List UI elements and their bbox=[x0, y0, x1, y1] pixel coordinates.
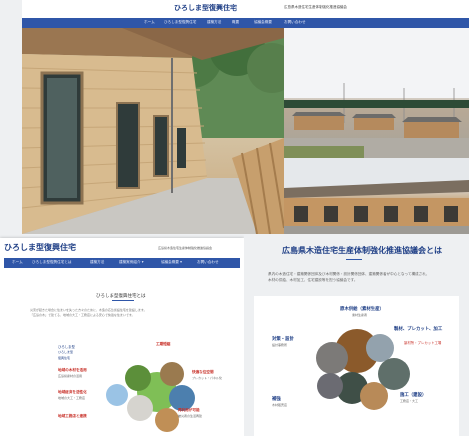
diagram-item-label: 地域経済を活性化 bbox=[58, 390, 87, 394]
association-item-label: 施工（建設） bbox=[400, 393, 427, 398]
top-nav-item[interactable]: お問い合わせ bbox=[284, 20, 306, 25]
card-site-subtitle: 広島県木造住宅生産体制強化推進協議会 bbox=[158, 246, 213, 250]
top-nav-item[interactable]: ひろしま型復興住宅 bbox=[164, 20, 196, 25]
top-site-header: ひろしま型復興住宅 広島県木造住宅生産体制強化推進協議会 bbox=[22, 0, 469, 18]
top-site-title[interactable]: ひろしま型復興住宅 bbox=[174, 3, 237, 13]
diagram-item-label: 工期短縮 bbox=[156, 342, 171, 346]
diagram-item-label: 快適な住空間 bbox=[192, 370, 214, 374]
association-description: 県内の木造住宅・建築関係団体及び木材関係・設計関係団体、建築関係者が中心となって… bbox=[268, 271, 429, 283]
association-detail-label: 工務店・大工 bbox=[400, 399, 419, 403]
top-nav-item[interactable]: 概要 bbox=[232, 20, 239, 25]
association-item-label: 補強 bbox=[272, 397, 281, 402]
card-description: 災害が起きた場合に住まいを失った方々のために、木造の応急仮設住宅を建設します。 … bbox=[30, 308, 147, 318]
association-title-underline bbox=[346, 259, 362, 260]
association-item-label: 対策・設計 bbox=[272, 337, 294, 342]
top-nav-item[interactable]: ホーム bbox=[144, 20, 155, 25]
card-section-underline bbox=[112, 300, 134, 301]
diagram-detail-label: 地域の大工・工務店 bbox=[58, 396, 86, 400]
association-detail-label: 製材所・プレカット工場 bbox=[404, 341, 442, 345]
card-site-title[interactable]: ひろしま型復興住宅 bbox=[4, 242, 76, 253]
top-nav-bar: ホーム ひろしま型復興住宅 建築方法 概要 協議会概要 お問い合わせ bbox=[22, 18, 469, 28]
website-screenshot-card: ひろしま型復興住宅 広島県木造住宅生産体制強化推進協議会 ホーム ひろしま型復興… bbox=[0, 238, 244, 436]
diagram-center-label: ひろしま型 bbox=[58, 345, 75, 349]
card-nav-item[interactable]: ひろしま型復興住宅とは bbox=[32, 260, 72, 265]
association-info-panel: 広島県木造住宅生産体制強化推進協議会とは 県内の木造住宅・建築関係団体及び木材関… bbox=[244, 234, 469, 436]
card-nav-item[interactable]: ホーム bbox=[12, 260, 23, 265]
housing-facade-photo bbox=[284, 158, 469, 234]
diagram-detail-label: 広島県産材の活用 bbox=[58, 374, 83, 378]
diagram-detail-label: 被災者の生活再建 bbox=[178, 414, 203, 418]
card-nav-item[interactable]: 建築実例紹介 ▾ bbox=[119, 260, 144, 265]
diagram-item-label: 地域の木材を活用 bbox=[58, 368, 87, 372]
top-site-subtitle: 広島県木造住宅生産体制強化推進協議会 bbox=[284, 5, 347, 9]
association-title: 広島県木造住宅生産体制強化推進協議会とは bbox=[282, 246, 442, 255]
diagram-item-label: 再利用が可能 bbox=[178, 408, 200, 412]
card-nav-item[interactable]: 建築方法 bbox=[90, 260, 104, 265]
diagram-center-label: 復興住宅 bbox=[58, 356, 71, 360]
association-detail-label: 素材生産者 bbox=[352, 313, 368, 317]
card-description-line: 「広島の木」で建てる、地域の大工・工務店による安心で快適な住まいです。 bbox=[30, 313, 135, 317]
card-nav-item[interactable]: お問い合わせ bbox=[197, 260, 219, 265]
porch-photo bbox=[22, 28, 284, 234]
association-item-label: 原木供給（素材生産） bbox=[340, 307, 384, 312]
card-diagram: ひろしま型 ひろしま型 復興住宅 地域の木材を活用 広島県産材の活用 地域経済を… bbox=[52, 338, 222, 436]
association-diagram-box: 原木供給（素材生産） 素材生産者 対策・設計 設計事務所 製材、プレカット、加工… bbox=[254, 296, 459, 436]
top-nav-item[interactable]: 協議会概要 bbox=[254, 20, 272, 25]
diagram-item-label: 地域工務店と連携 bbox=[58, 414, 87, 418]
card-nav-bar: ホーム ひろしま型復興住宅とは 建築方法 建築実例紹介 ▾ 協議会概要 ▾ お問… bbox=[4, 258, 240, 268]
card-section-title: ひろしま型復興住宅とは bbox=[96, 294, 146, 299]
card-nav-item[interactable]: 協議会概要 ▾ bbox=[161, 260, 182, 265]
diagram-center-label: ひろしま型 bbox=[58, 350, 74, 354]
housing-site-photo bbox=[284, 28, 469, 158]
top-nav-item[interactable]: 建築方法 bbox=[207, 20, 221, 25]
top-website-collage: ひろしま型復興住宅 広島県木造住宅生産体制強化推進協議会 ホーム ひろしま型復興… bbox=[22, 0, 469, 234]
association-detail-label: 木材販売店 bbox=[272, 403, 288, 407]
diagram-detail-label: プレカット・パネル化 bbox=[192, 376, 223, 380]
association-item-label: 製材、プレカット、加工 bbox=[394, 327, 443, 332]
association-detail-label: 設計事務所 bbox=[272, 343, 288, 347]
association-description-line: 木材の供給、木材加工、住宅建設等を担う協議会です。 bbox=[268, 278, 358, 282]
